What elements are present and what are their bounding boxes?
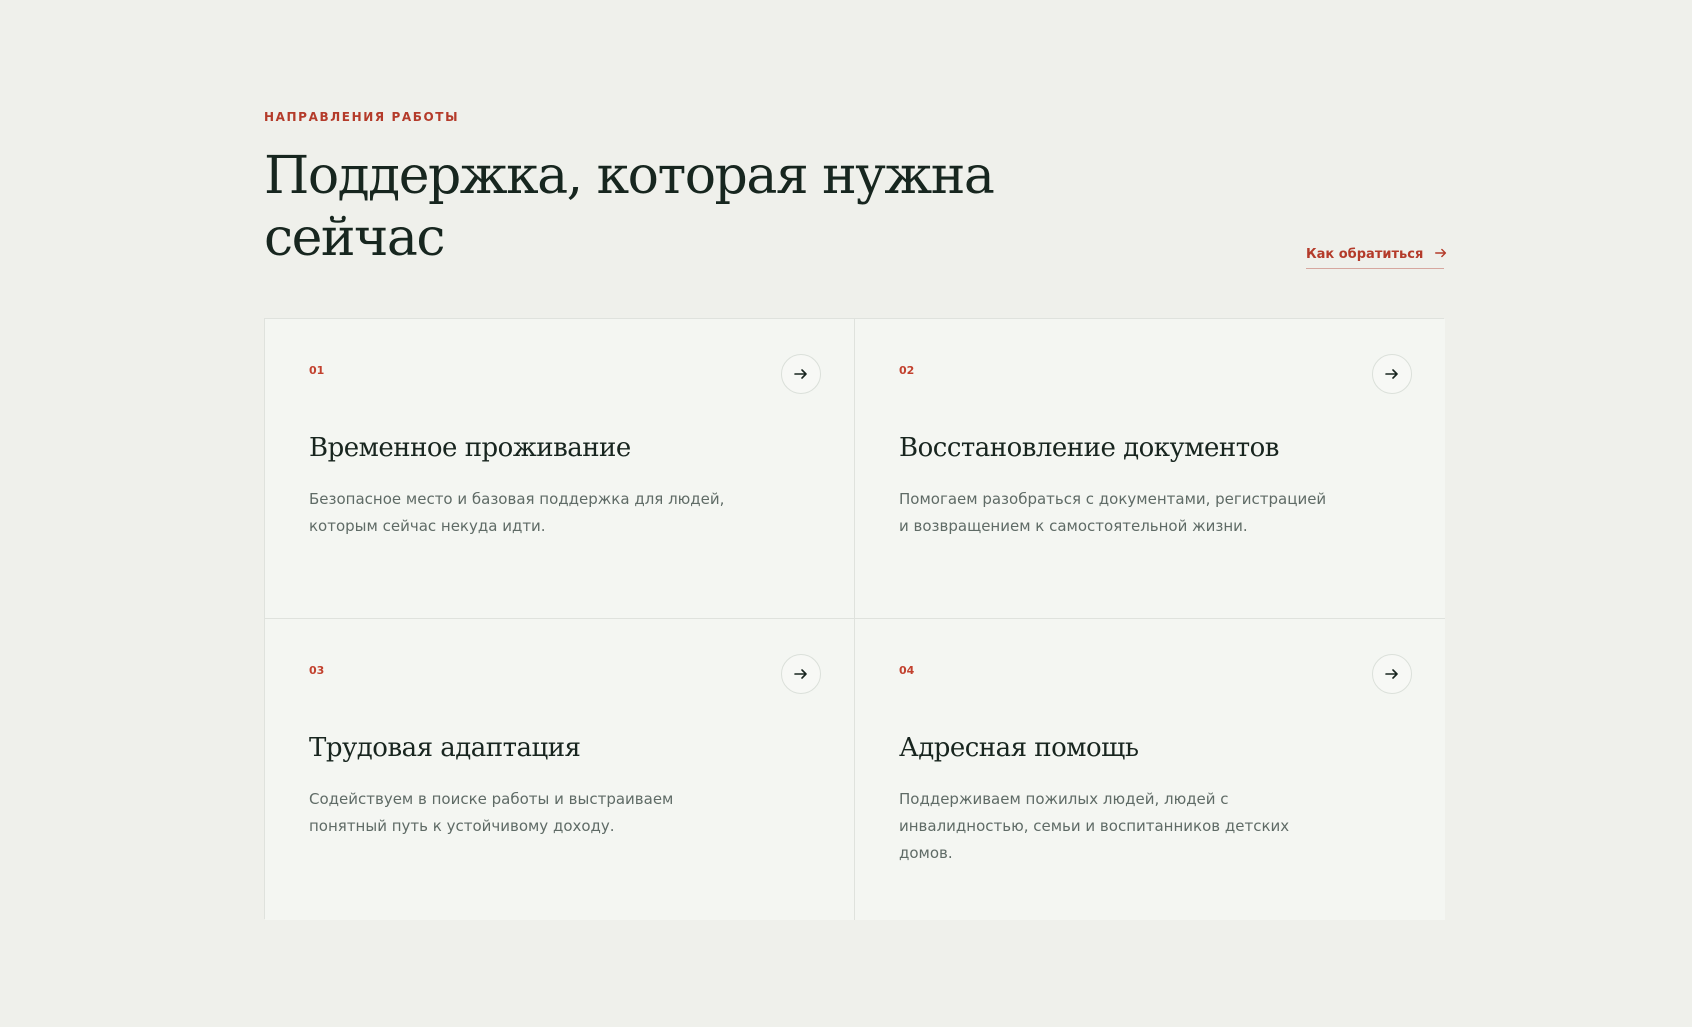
card-title: Временное проживание — [309, 433, 631, 463]
section-title: Поддержка, которая нужна сейчас — [264, 146, 995, 268]
directions-section: НАПРАВЛЕНИЯ РАБОТЫ Поддержка, которая ну… — [264, 0, 1447, 1027]
card-description: Безопасное место и базовая поддержка для… — [309, 490, 725, 535]
direction-card-employment[interactable]: 03 Трудовая адаптация Содействуем в поис… — [265, 619, 855, 920]
direction-card-temporary-housing[interactable]: 01 Временное проживание Безопасное место… — [265, 319, 855, 619]
card-number: 02 — [899, 364, 915, 377]
card-description: Помогаем разобраться с документами, реги… — [899, 490, 1327, 535]
how-to-contact-link[interactable]: Как обратиться — [1306, 242, 1447, 269]
how-to-contact-label: Как обратиться — [1306, 247, 1424, 262]
section-eyebrow: НАПРАВЛЕНИЯ РАБОТЫ — [264, 110, 460, 124]
directions-grid: 01 Временное проживание Безопасное место… — [264, 318, 1445, 920]
arrow-right-icon — [1384, 366, 1400, 382]
arrow-right-icon — [793, 366, 809, 382]
direction-card-documents[interactable]: 02 Восстановление документов Помогаем ра… — [855, 319, 1445, 619]
direction-card-targeted-help[interactable]: 04 Адресная помощь Поддерживаем пожилых … — [855, 619, 1445, 920]
arrow-right-icon — [1434, 246, 1448, 264]
card-title: Трудовая адаптация — [309, 733, 581, 763]
card-title: Восстановление документов — [899, 433, 1279, 463]
card-title: Адресная помощь — [899, 733, 1139, 763]
open-card-button[interactable] — [1372, 354, 1412, 394]
arrow-right-icon — [793, 666, 809, 682]
card-number: 03 — [309, 664, 325, 677]
open-card-button[interactable] — [781, 354, 821, 394]
arrow-right-icon — [1384, 666, 1400, 682]
card-description: Поддерживаем пожилых людей, людей с инва… — [899, 790, 1290, 862]
open-card-button[interactable] — [1372, 654, 1412, 694]
open-card-button[interactable] — [781, 654, 821, 694]
card-description: Содействуем в поиске работы и выстраивае… — [309, 790, 674, 835]
card-number: 04 — [899, 664, 915, 677]
card-number: 01 — [309, 364, 325, 377]
